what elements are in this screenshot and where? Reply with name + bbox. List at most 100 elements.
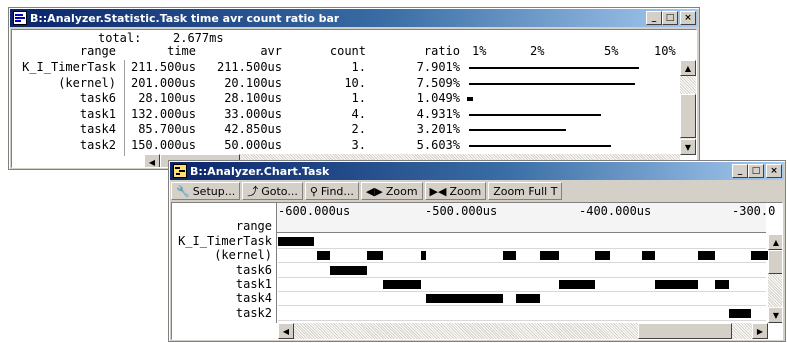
arrow-left-icon: ◀ xyxy=(148,157,156,167)
stat-cell-time: 28.100us xyxy=(138,91,196,105)
close-icon: × xyxy=(684,13,692,23)
stat-cell-time: 150.000us xyxy=(130,137,196,152)
ratio-bar xyxy=(469,113,601,116)
arrow-left-icon: ◀ xyxy=(282,326,290,336)
chart-scroll-down-button[interactable]: ▼ xyxy=(768,307,782,323)
chart-name-divider xyxy=(276,203,277,323)
statistic-titlebar[interactable]: B::Analyzer.Statistic.Task time avr coun… xyxy=(10,9,698,27)
stat-cell-range: task2 xyxy=(79,137,116,152)
maximize-button[interactable]: □ xyxy=(662,11,678,25)
task-interval-block[interactable] xyxy=(382,279,422,289)
arrow-down-icon: ▼ xyxy=(772,310,780,320)
stat-cell-avr: 28.100us xyxy=(224,91,282,105)
stat-cell-time: 132.000us xyxy=(130,106,196,121)
chart-vscroll-thumb[interactable] xyxy=(768,250,782,274)
zoom-in-label: Zoom xyxy=(385,184,418,198)
task-name: (kernel) xyxy=(214,248,272,263)
task-interval-block[interactable] xyxy=(697,251,715,261)
task-interval-block[interactable] xyxy=(714,279,730,289)
row-gridline xyxy=(278,319,766,321)
header-count: count xyxy=(329,44,366,58)
close-icon: × xyxy=(770,166,778,176)
chart-scroll-right-button[interactable]: ▶ xyxy=(752,323,768,339)
scale-label-10: 10% xyxy=(654,44,676,58)
stat-cell-count: 3. xyxy=(351,137,366,152)
task-interval-block[interactable] xyxy=(641,251,655,261)
chart-titlebar[interactable]: B::Analyzer.Chart.Task _ □ × xyxy=(170,162,784,180)
task-interval-block[interactable] xyxy=(558,279,595,289)
stat-cell-count: 4. xyxy=(351,106,366,121)
task-interval-block[interactable] xyxy=(729,308,751,318)
task-interval-block[interactable] xyxy=(421,251,426,261)
scale-label-5: 5% xyxy=(604,44,619,58)
close-button[interactable]: × xyxy=(680,11,696,25)
ratio-bar xyxy=(469,82,635,85)
chart-range-header: range xyxy=(235,219,272,233)
find-icon: ⚲ xyxy=(309,184,318,198)
task-interval-block[interactable] xyxy=(329,265,367,275)
header-ratio: ratio xyxy=(423,44,460,58)
stat-cell-count: 10. xyxy=(344,75,366,90)
find-label: Find... xyxy=(320,184,354,198)
task-interval-block[interactable] xyxy=(316,251,330,261)
minimize-icon: _ xyxy=(737,166,743,176)
scroll-left-button[interactable]: ◀ xyxy=(144,154,160,167)
stat-cell-avr: 42.850us xyxy=(224,122,282,136)
task-interval-block[interactable] xyxy=(502,251,516,261)
chart-window-title: B::Analyzer.Chart.Task xyxy=(190,164,330,178)
task-name: task6 xyxy=(235,262,272,277)
goto-button[interactable]: ⤴ Goto... xyxy=(242,182,303,200)
stat-cell-range: task4 xyxy=(79,122,116,136)
statistic-vscrollbar[interactable]: ▲ ▼ xyxy=(680,60,696,155)
time-label-3: -300.0 xyxy=(732,204,776,218)
find-button[interactable]: ⚲ Find... xyxy=(304,182,359,200)
chart-window-icon xyxy=(173,164,187,178)
minimize-button[interactable]: _ xyxy=(646,11,662,25)
chart-close-button[interactable]: × xyxy=(766,164,782,178)
stat-cell-range: (kernel) xyxy=(58,75,116,90)
zoom-out-button[interactable]: ▶◀ Zoom xyxy=(424,182,487,200)
scroll-up-button[interactable]: ▲ xyxy=(680,60,696,76)
arrow-up-icon: ▲ xyxy=(684,63,692,73)
task-interval-block[interactable] xyxy=(540,251,559,261)
task-interval-block[interactable] xyxy=(366,251,383,261)
chart-minimize-button[interactable]: _ xyxy=(732,164,748,178)
task-interval-block[interactable] xyxy=(594,251,611,261)
statistic-window-icon xyxy=(13,11,27,25)
zoom-full-label: Zoom Full T xyxy=(493,184,558,198)
chart-maximize-button[interactable]: □ xyxy=(748,164,764,178)
task-interval-block[interactable] xyxy=(750,251,768,261)
chart-area: -600.000us -500.000us -400.000us -300.0 … xyxy=(171,202,783,340)
stat-cell-range: task6 xyxy=(79,91,116,105)
scroll-down-button[interactable]: ▼ xyxy=(680,139,696,155)
task-interval-block[interactable] xyxy=(654,279,698,289)
arrow-up-icon: ▲ xyxy=(772,237,780,247)
chart-hscrollbar[interactable]: ◀ ▶ xyxy=(278,323,768,339)
stat-cell-time: 201.000us xyxy=(130,75,196,90)
chart-scroll-left-button[interactable]: ◀ xyxy=(278,323,294,339)
chart-scroll-up-button[interactable]: ▲ xyxy=(768,234,782,250)
header-range: range xyxy=(79,44,116,58)
statistic-window: B::Analyzer.Statistic.Task time avr coun… xyxy=(8,7,700,170)
row-gridline xyxy=(278,276,766,278)
header-time: time xyxy=(167,44,196,58)
task-name: task4 xyxy=(235,291,272,306)
wrench-icon: 🔧 xyxy=(176,184,190,198)
stat-cell-count: 2. xyxy=(351,122,366,136)
zoom-in-button[interactable]: ◀▶ Zoom xyxy=(360,182,423,200)
task-interval-block[interactable] xyxy=(278,237,314,246)
stat-cell-time: 211.500us xyxy=(130,60,196,74)
setup-button[interactable]: 🔧 Setup... xyxy=(171,182,241,200)
zoom-full-button[interactable]: Zoom Full T xyxy=(488,182,563,200)
task-interval-block[interactable] xyxy=(425,294,503,304)
row-gridline xyxy=(278,248,766,249)
zoom-out-icon: ▶◀ xyxy=(429,184,447,198)
time-label-0: -600.000us xyxy=(278,204,351,218)
chart-vscrollbar[interactable]: ▲ ▼ xyxy=(768,234,782,323)
task-interval-block[interactable] xyxy=(515,294,541,304)
header-avr: avr xyxy=(260,44,282,58)
row-gridline xyxy=(278,290,766,292)
stat-cell-ratio: 7.901% xyxy=(416,60,460,74)
chart-hscroll-thumb[interactable] xyxy=(638,323,732,339)
vscroll-thumb[interactable] xyxy=(680,94,696,138)
